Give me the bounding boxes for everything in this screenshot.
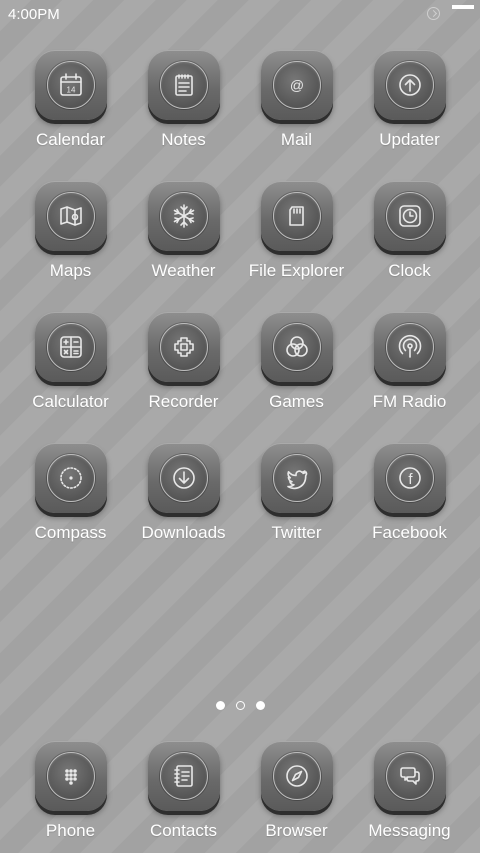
app-label: Maps: [49, 261, 92, 280]
games-icon: [272, 323, 321, 371]
app-tile: [373, 50, 446, 120]
app-tile: [147, 312, 220, 382]
mail-glyph: @: [289, 77, 303, 93]
app-label: Calendar: [36, 130, 105, 149]
sd-card-icon: [272, 192, 321, 240]
app-label: Notes: [161, 130, 206, 149]
app-tile: [147, 50, 220, 120]
snowflake-icon: [159, 192, 208, 240]
page-dot-1[interactable]: [215, 701, 225, 710]
page-dot-2-current[interactable]: [235, 701, 245, 710]
sync-icon: [427, 7, 440, 20]
app-label: Phone: [45, 821, 96, 840]
app-grid: 14 Calendar Notes @ Mail Updater Maps We…: [14, 50, 466, 574]
app-tile: [147, 443, 220, 513]
app-tile: [34, 181, 107, 251]
notes-icon: [159, 61, 208, 109]
app-clock[interactable]: Clock: [353, 181, 466, 293]
app-messaging[interactable]: Messaging: [353, 741, 466, 853]
facebook-glyph: f: [408, 471, 413, 488]
status-bar: 4:00PM: [0, 0, 480, 28]
app-label: Weather: [151, 261, 216, 280]
app-twitter[interactable]: Twitter: [240, 443, 353, 555]
app-tile: [260, 443, 333, 513]
updater-icon: [385, 61, 434, 109]
recorder-icon: [159, 323, 208, 371]
app-label: Downloads: [141, 523, 226, 542]
app-recorder[interactable]: Recorder: [127, 312, 240, 424]
app-weather[interactable]: Weather: [127, 181, 240, 293]
mail-icon: @: [272, 61, 321, 109]
app-tile: [147, 741, 220, 811]
app-updater[interactable]: Updater: [353, 50, 466, 162]
app-label: Mail: [280, 130, 313, 149]
calendar-icon: 14: [46, 61, 95, 109]
app-tile: f: [373, 443, 446, 513]
app-tile: @: [260, 50, 333, 120]
page-indicator: [0, 701, 480, 711]
app-label: Facebook: [372, 523, 447, 542]
app-label: Games: [269, 392, 324, 411]
app-tile: [373, 181, 446, 251]
app-mail[interactable]: @ Mail: [240, 50, 353, 162]
messaging-icon: [385, 752, 434, 800]
app-phone[interactable]: Phone: [14, 741, 127, 853]
app-notes[interactable]: Notes: [127, 50, 240, 162]
app-label: Compass: [34, 523, 107, 542]
app-tile: [373, 741, 446, 811]
battery-icon: [452, 5, 474, 9]
phone-dialpad-icon: [46, 752, 95, 800]
app-tile: [147, 181, 220, 251]
app-label: FM Radio: [372, 392, 447, 411]
app-label: Clock: [388, 261, 431, 280]
app-label: Calculator: [32, 392, 109, 411]
app-label: Contacts: [149, 821, 218, 840]
app-label: Browser: [265, 821, 328, 840]
app-label: File Explorer: [248, 261, 345, 280]
app-facebook[interactable]: f Facebook: [353, 443, 466, 555]
app-fm-radio[interactable]: FM Radio: [353, 312, 466, 424]
app-label: Messaging: [368, 821, 451, 840]
app-tile: [34, 443, 107, 513]
dock: Phone Contacts Browser Messaging: [14, 741, 466, 853]
app-maps[interactable]: Maps: [14, 181, 127, 293]
app-browser[interactable]: Browser: [240, 741, 353, 853]
calculator-icon: [46, 323, 95, 371]
page-dot-3[interactable]: [255, 701, 265, 710]
clock-icon: [385, 192, 434, 240]
compass-icon: [46, 454, 95, 502]
twitter-icon: [272, 454, 321, 502]
browser-compass-icon: [272, 752, 321, 800]
map-icon: [46, 192, 95, 240]
app-tile: [260, 312, 333, 382]
app-tile: [260, 181, 333, 251]
app-compass[interactable]: Compass: [14, 443, 127, 555]
app-tile: [260, 741, 333, 811]
app-label: Twitter: [271, 523, 322, 542]
radio-icon: [385, 323, 434, 371]
app-label: Recorder: [148, 392, 219, 411]
app-calendar[interactable]: 14 Calendar: [14, 50, 127, 162]
app-downloads[interactable]: Downloads: [127, 443, 240, 555]
app-contacts[interactable]: Contacts: [127, 741, 240, 853]
app-tile: 14: [34, 50, 107, 120]
app-file-explorer[interactable]: File Explorer: [240, 181, 353, 293]
app-calculator[interactable]: Calculator: [14, 312, 127, 424]
calendar-day: 14: [66, 86, 75, 95]
facebook-icon: f: [385, 454, 434, 502]
status-time: 4:00PM: [8, 6, 60, 23]
contacts-icon: [159, 752, 208, 800]
download-icon: [159, 454, 208, 502]
app-tile: [34, 312, 107, 382]
app-tile: [373, 312, 446, 382]
app-label: Updater: [379, 130, 440, 149]
app-games[interactable]: Games: [240, 312, 353, 424]
app-tile: [34, 741, 107, 811]
